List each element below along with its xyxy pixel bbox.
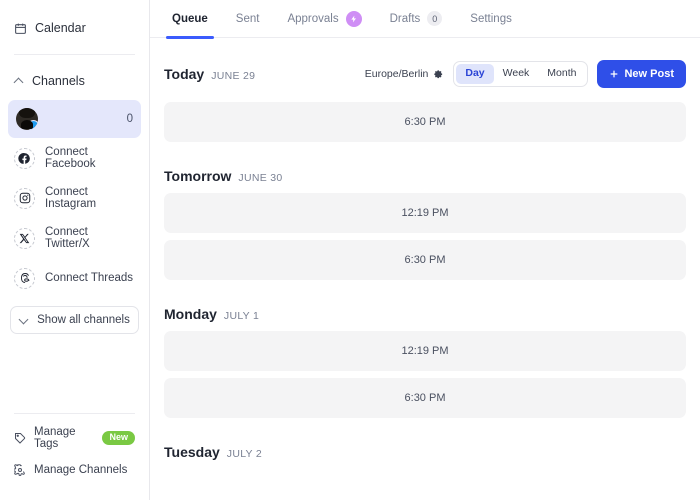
time-slot[interactable]: 12:19 PM xyxy=(164,193,686,233)
tab-queue-label: Queue xyxy=(172,12,208,25)
threads-icon xyxy=(14,267,35,289)
sidebar-item-calendar[interactable]: Calendar xyxy=(0,16,149,40)
group-tuesday: Tuesday JULY 2 xyxy=(160,444,690,460)
group-day-date: JULY 1 xyxy=(223,310,260,322)
channel-item-active[interactable]: 0 xyxy=(8,100,141,138)
view-mode-segmented-control: Day Week Month xyxy=(453,61,589,87)
sidebar-divider xyxy=(14,54,135,55)
connect-instagram-button[interactable]: Connect Instagram xyxy=(8,178,141,218)
tab-sent[interactable]: Sent xyxy=(222,0,274,38)
show-all-channels-button[interactable]: Show all channels xyxy=(10,306,139,334)
group-day-name: Today xyxy=(164,66,205,82)
tab-approvals-label: Approvals xyxy=(287,12,339,25)
group-monday: Monday JULY 1 12:19 PM 6:30 PM xyxy=(160,306,690,418)
group-day-name: Tomorrow xyxy=(164,168,232,184)
group-header-today: Today JUNE 29 xyxy=(164,66,255,82)
group-day-name: Monday xyxy=(164,306,217,322)
facebook-icon xyxy=(14,147,35,169)
group-today: 6:30 PM xyxy=(160,102,690,142)
tab-approvals[interactable]: Approvals xyxy=(273,0,375,38)
timezone-selector[interactable]: Europe/Berlin xyxy=(365,68,445,80)
group-tomorrow: Tomorrow JUNE 30 12:19 PM 6:30 PM xyxy=(160,168,690,280)
tab-settings[interactable]: Settings xyxy=(456,0,526,38)
tab-settings-label: Settings xyxy=(470,12,512,25)
group-day-date: JULY 2 xyxy=(226,448,263,460)
tab-bar: Queue Sent Approvals Drafts 0 Settings xyxy=(150,0,700,39)
time-slot[interactable]: 6:30 PM xyxy=(164,102,686,142)
new-post-label: New Post xyxy=(624,68,674,80)
new-post-button[interactable]: New Post xyxy=(597,60,686,88)
group-header-monday: Monday JULY 1 xyxy=(164,306,690,322)
connect-instagram-label: Connect Instagram xyxy=(45,186,97,210)
twitter-badge-icon xyxy=(28,120,38,130)
view-mode-day[interactable]: Day xyxy=(456,64,494,84)
connect-facebook-label: Connect Facebook xyxy=(45,146,96,170)
gear-icon[interactable] xyxy=(433,69,444,80)
toolbar-controls: Europe/Berlin Day Week Month New Post xyxy=(365,60,686,88)
tab-drafts-label: Drafts xyxy=(389,12,421,25)
time-slot-label: 6:30 PM xyxy=(404,392,446,404)
app-root: Calendar Channels 0 Connect Facebook Con… xyxy=(0,0,700,500)
time-slot[interactable]: 12:19 PM xyxy=(164,331,686,371)
channels-section-label: Channels xyxy=(32,74,85,88)
channels-section-header[interactable]: Channels xyxy=(0,70,149,92)
manage-channels-label: Manage Channels xyxy=(34,464,128,476)
queue-content: Today JUNE 29 Europe/Berlin Day Week Mon… xyxy=(150,60,700,460)
calendar-icon xyxy=(14,22,27,35)
sidebar-item-calendar-label: Calendar xyxy=(35,21,86,35)
group-day-date: JUNE 30 xyxy=(238,172,283,184)
manage-channels-button[interactable]: Manage Channels xyxy=(0,458,149,482)
tab-drafts[interactable]: Drafts 0 xyxy=(376,0,457,38)
lightning-bolt-icon xyxy=(345,10,362,27)
twitter-x-icon xyxy=(14,227,35,249)
gear-icon xyxy=(14,464,26,476)
manage-tags-label: Manage Tags xyxy=(34,426,76,450)
new-badge: New xyxy=(102,431,135,445)
group-header-tuesday: Tuesday JULY 2 xyxy=(164,444,690,460)
chevron-down-icon xyxy=(19,315,29,325)
group-day-date: JUNE 29 xyxy=(211,70,256,82)
connect-threads-button[interactable]: Connect Threads xyxy=(8,258,141,298)
sidebar: Calendar Channels 0 Connect Facebook Con… xyxy=(0,0,150,500)
instagram-icon xyxy=(14,187,35,209)
view-mode-month[interactable]: Month xyxy=(538,64,585,84)
channel-count: 0 xyxy=(126,113,133,125)
connect-threads-label: Connect Threads xyxy=(45,272,134,284)
connect-facebook-button[interactable]: Connect Facebook xyxy=(8,138,141,178)
group-header-tomorrow: Tomorrow JUNE 30 xyxy=(164,168,690,184)
tab-sent-label: Sent xyxy=(235,12,260,25)
connect-twitter-x-label: Connect Twitter/X xyxy=(45,226,90,250)
time-slot[interactable]: 6:30 PM xyxy=(164,240,686,280)
sidebar-bottom: Manage Tags New Manage Channels xyxy=(0,413,149,500)
drafts-count-badge: 0 xyxy=(427,11,443,26)
sidebar-bottom-divider xyxy=(14,413,135,414)
tag-icon xyxy=(14,432,26,444)
queue-toolbar: Today JUNE 29 Europe/Berlin Day Week Mon… xyxy=(160,60,690,88)
main-content: Queue Sent Approvals Drafts 0 Settings T… xyxy=(150,0,700,500)
chevron-up-icon xyxy=(14,76,24,86)
channel-list: 0 Connect Facebook Connect Instagram Con… xyxy=(0,100,149,298)
plus-icon xyxy=(609,69,619,79)
connect-twitter-x-button[interactable]: Connect Twitter/X xyxy=(8,218,141,258)
manage-tags-button[interactable]: Manage Tags New xyxy=(0,426,149,450)
time-slot-label: 12:19 PM xyxy=(401,207,449,219)
sidebar-top: Calendar Channels 0 Connect Facebook Con… xyxy=(0,0,149,334)
group-day-name: Tuesday xyxy=(164,444,220,460)
time-slot[interactable]: 6:30 PM xyxy=(164,378,686,418)
time-slot-label: 6:30 PM xyxy=(404,254,446,266)
time-slot-label: 12:19 PM xyxy=(401,345,449,357)
timezone-label: Europe/Berlin xyxy=(364,68,429,80)
view-mode-week[interactable]: Week xyxy=(494,64,539,84)
time-slot-label: 6:30 PM xyxy=(404,116,446,128)
tab-queue[interactable]: Queue xyxy=(158,0,222,39)
show-all-channels-label: Show all channels xyxy=(37,314,130,326)
avatar xyxy=(16,108,38,130)
